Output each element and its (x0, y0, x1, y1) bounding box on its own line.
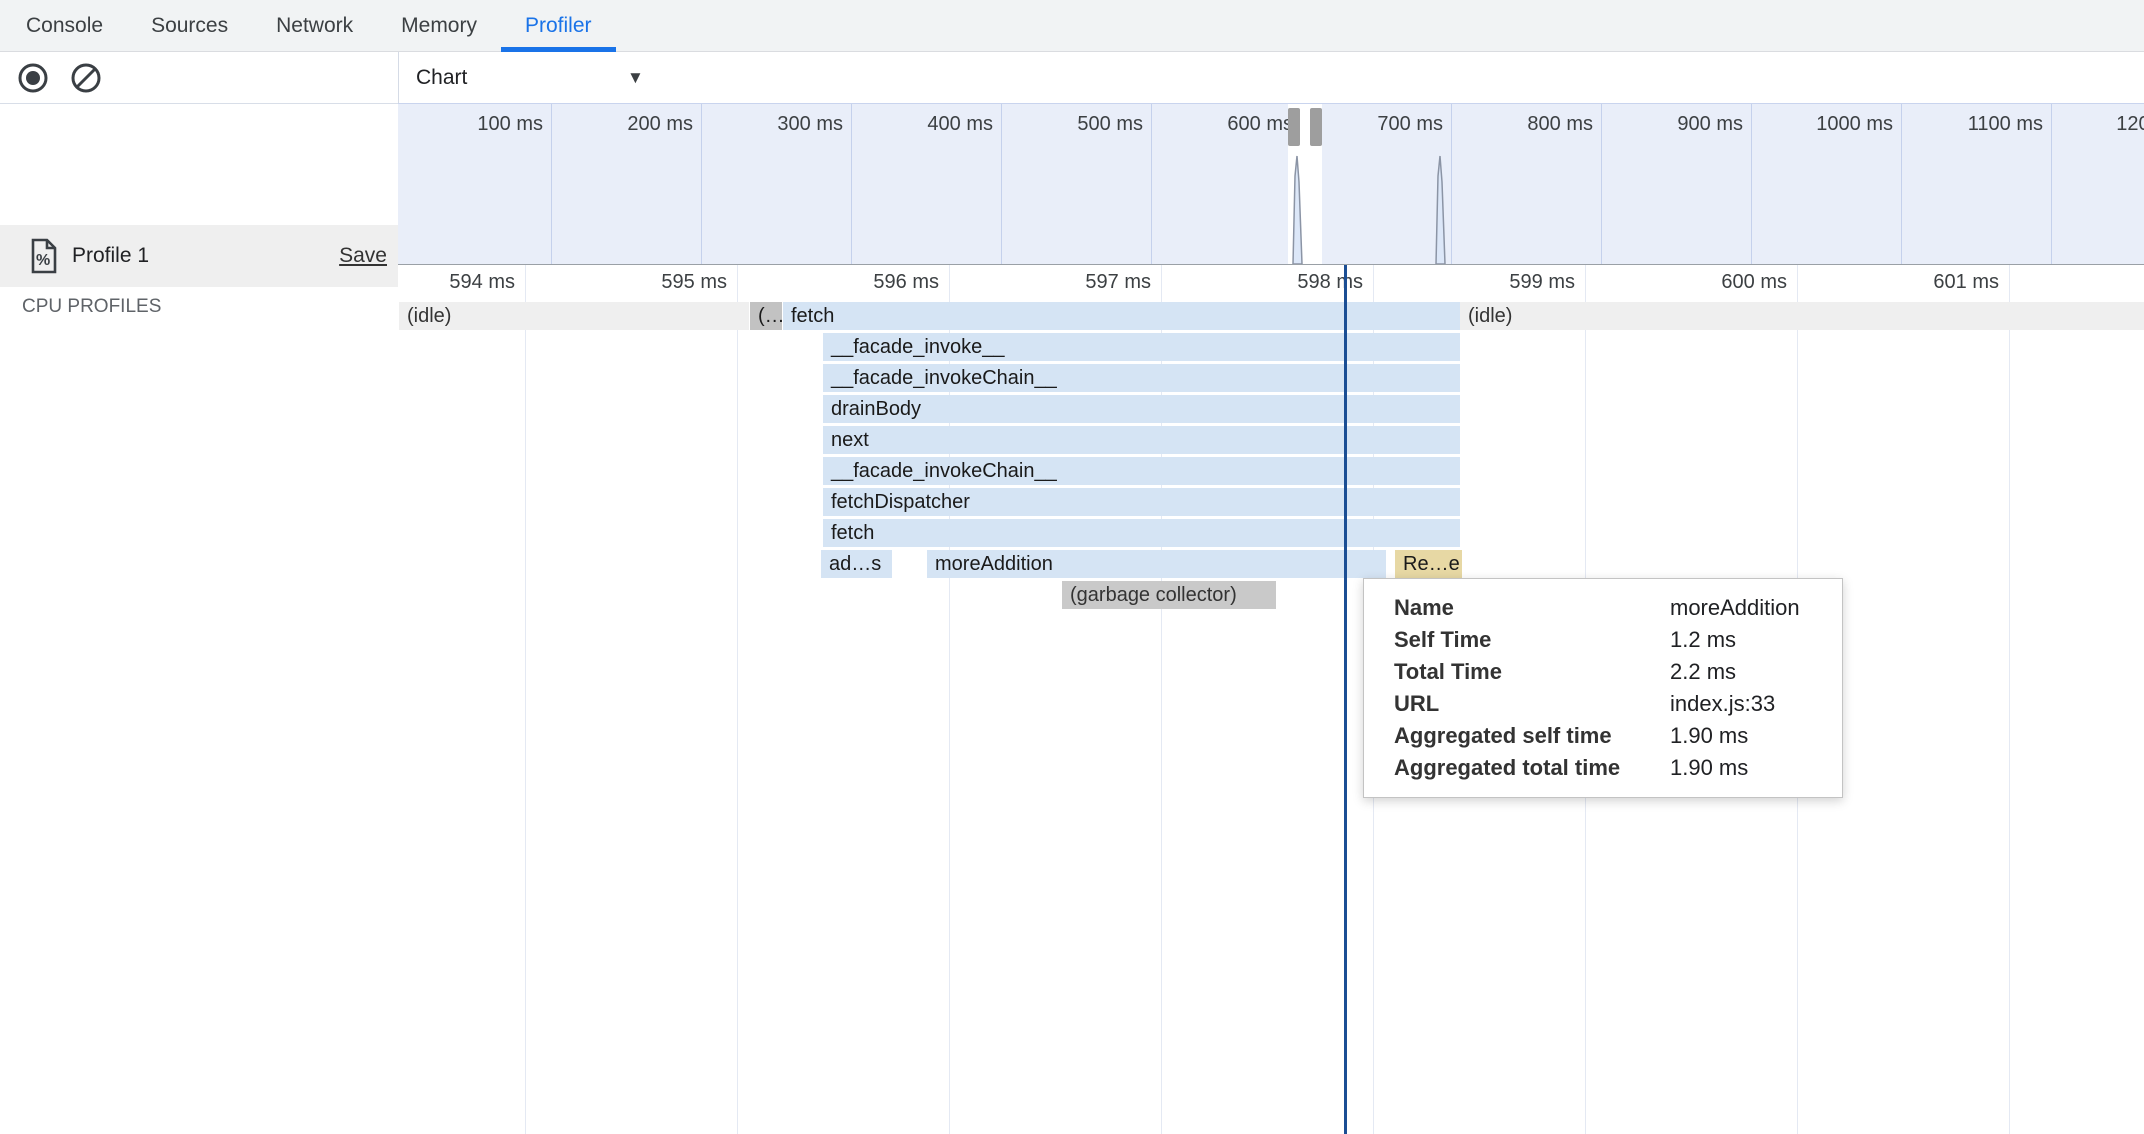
ruler-tick-label: 598 ms (1213, 271, 1363, 294)
flame-bar[interactable]: drainBody (823, 395, 1460, 423)
selection-handle-right[interactable] (1310, 108, 1322, 146)
tab-network[interactable]: Network (276, 0, 353, 51)
flame-bar[interactable]: (idle) (399, 302, 749, 330)
ruler-grid-line (525, 265, 526, 1134)
tooltip-value: 1.90 ms (1670, 723, 1748, 749)
ruler-grid-line (2009, 265, 2010, 1134)
profile-item-label: Profile 1 (72, 225, 149, 287)
ruler-tick-label: 595 ms (577, 271, 727, 294)
tooltip-value: 1.90 ms (1670, 755, 1748, 781)
tooltip-value: 2.2 ms (1670, 659, 1736, 685)
cpu-profiles-section-label: CPU PROFILES (22, 296, 161, 318)
svg-text:%: % (36, 252, 50, 269)
ruler-tick-label: 599 ms (1425, 271, 1575, 294)
tooltip-value: moreAddition (1670, 595, 1800, 621)
flame-bar[interactable]: __facade_invoke__ (823, 333, 1460, 361)
tab-memory[interactable]: Memory (401, 0, 477, 51)
sidebar-item-profile-1[interactable]: % Profile 1 Save (0, 225, 398, 287)
flame-chart[interactable]: 594 ms 595 ms 596 ms 597 ms 598 ms 599 ms 600 … (398, 265, 2144, 1134)
flame-bar[interactable]: Re…e (1395, 550, 1462, 578)
ruler-grid-line (737, 265, 738, 1134)
tab-profiler[interactable]: Profiler (525, 0, 592, 51)
devtools-profiler-panel: Console Sources Network Memory Profiler … (0, 0, 2144, 1134)
ruler-tick-label: 600 ms (1637, 271, 1787, 294)
ruler-tick-label: 597 ms (1001, 271, 1151, 294)
tooltip-label: Aggregated total time (1394, 755, 1670, 781)
frame-details-tooltip: NamemoreAddition Self Time1.2 ms Total T… (1363, 578, 1843, 798)
flame-bar[interactable]: fetch (823, 519, 1460, 547)
devtools-tab-bar: Console Sources Network Memory Profiler (0, 0, 2144, 52)
tooltip-value: index.js:33 (1670, 691, 1775, 717)
tooltip-label: Total Time (1394, 659, 1670, 685)
flame-bar[interactable]: fetchDispatcher (823, 488, 1460, 516)
tooltip-label: URL (1394, 691, 1670, 717)
ruler-tick-label: 594 ms (398, 271, 515, 294)
ruler-tick-label: 601 ms (1849, 271, 1999, 294)
flame-bar[interactable]: fetch (783, 302, 1460, 330)
flame-bar[interactable]: moreAddition (927, 550, 1386, 578)
ruler-tick-label: 596 ms (789, 271, 939, 294)
playhead-line[interactable] (1344, 265, 1347, 1134)
clear-profiles-button[interactable] (73, 65, 99, 91)
tooltip-value: 1.2 ms (1670, 627, 1736, 653)
profiles-sidebar: Profiles CPU PROFILES % Profile 1 Save (0, 104, 398, 1134)
flame-bar[interactable]: next (823, 426, 1460, 454)
view-mode-select[interactable]: Chart (416, 52, 467, 104)
flame-bar[interactable]: (idle) (1460, 302, 2144, 330)
tooltip-label: Name (1394, 595, 1670, 621)
profile-document-icon: % (30, 238, 58, 274)
tooltip-label: Self Time (1394, 627, 1670, 653)
selection-handle-left[interactable] (1288, 108, 1300, 146)
flame-bar[interactable]: __facade_invokeChain__ (823, 364, 1460, 392)
cpu-activity-spikes (398, 104, 2144, 264)
flame-bar[interactable]: (garbage collector) (1062, 581, 1276, 609)
tab-console[interactable]: Console (26, 0, 103, 51)
tab-sources[interactable]: Sources (151, 0, 228, 51)
overview-strip[interactable]: 100 ms200 ms300 ms400 ms500 ms600 ms700 … (398, 103, 2144, 266)
save-profile-link[interactable]: Save (339, 225, 387, 287)
flame-bar[interactable]: (… (750, 302, 782, 330)
profiler-toolbar: Chart ▼ (0, 52, 2144, 104)
flame-bar[interactable]: ad…s (821, 550, 892, 578)
chevron-down-icon[interactable]: ▼ (627, 52, 644, 104)
record-profile-button[interactable] (20, 65, 46, 91)
tooltip-label: Aggregated self time (1394, 723, 1670, 749)
flame-bar[interactable]: __facade_invokeChain__ (823, 457, 1460, 485)
